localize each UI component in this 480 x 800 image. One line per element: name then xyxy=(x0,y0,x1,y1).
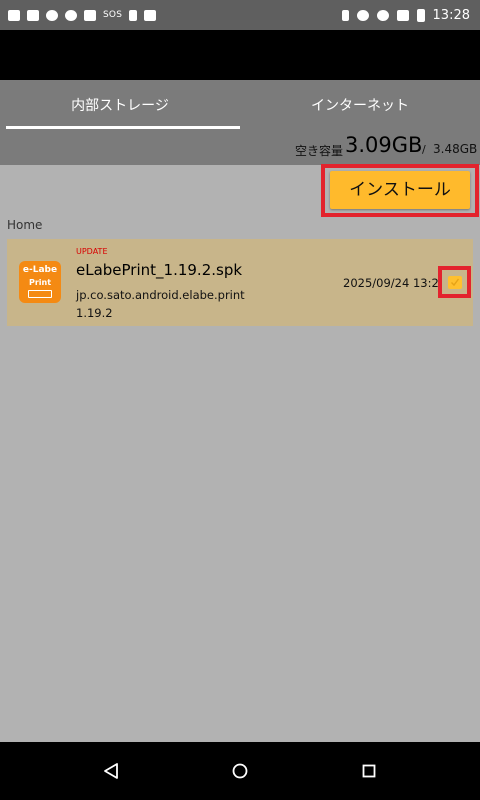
home-icon[interactable] xyxy=(228,759,252,783)
cloud-icon xyxy=(46,9,58,21)
storage-free-value: 3.09GB xyxy=(345,133,423,157)
file-name: eLabePrint_1.19.2.spk xyxy=(76,261,243,279)
tab-internal-storage[interactable]: 内部ストレージ xyxy=(0,80,240,130)
storage-separator: / xyxy=(422,143,426,156)
storage-tabs: 内部ストレージ インターネット xyxy=(0,80,480,130)
tab-indicator xyxy=(6,126,240,129)
tab-internet[interactable]: インターネット xyxy=(240,80,480,130)
navigation-bar xyxy=(0,742,480,800)
elabeprint-app-icon: e-Labe Print xyxy=(19,261,61,303)
status-left-icons: SOS xyxy=(8,7,157,23)
file-version: 1.19.2 xyxy=(76,306,113,320)
app-icon-text-bottom: Print xyxy=(28,278,52,287)
image-icon xyxy=(27,9,39,21)
breadcrumb: Home xyxy=(7,218,43,232)
update-badge: UPDATE xyxy=(76,247,108,256)
file-select-checkbox[interactable] xyxy=(448,276,462,289)
recents-icon[interactable] xyxy=(357,759,381,783)
do-not-disturb-icon xyxy=(356,9,369,21)
status-right-icons: 13:28 xyxy=(341,7,470,23)
status-bar: SOS 13:28 xyxy=(0,0,480,30)
file-date: 2025/09/24 13:2 xyxy=(343,276,439,290)
clock: 13:28 xyxy=(432,7,470,23)
no-sim-icon xyxy=(396,9,409,21)
cloud-upload-icon xyxy=(65,9,77,21)
storage-info: 空き容量 3.09GB / 3.48GB xyxy=(0,130,480,165)
wifi-icon xyxy=(376,9,389,21)
print-icon xyxy=(8,9,20,21)
app-bar-band xyxy=(0,30,480,80)
install-button[interactable]: インストール xyxy=(330,171,470,209)
battery-icon xyxy=(416,8,425,22)
back-icon[interactable] xyxy=(99,759,123,783)
file-list-item[interactable]: e-Labe Print UPDATE eLabePrint_1.19.2.sp… xyxy=(7,239,473,326)
font-icon xyxy=(144,9,157,21)
printer-graphic xyxy=(28,290,52,298)
package-name: jp.co.sato.android.elabe.print xyxy=(76,288,245,302)
laptop-icon xyxy=(84,9,96,21)
storage-total-value: 3.48GB xyxy=(433,142,478,156)
usb-icon xyxy=(129,9,138,21)
storage-free-label: 空き容量 xyxy=(295,144,344,158)
bluetooth-icon xyxy=(341,9,349,21)
app-icon-text-top: e-Labe xyxy=(22,265,58,275)
check-icon xyxy=(451,278,460,287)
sos-text: SOS xyxy=(103,10,123,20)
